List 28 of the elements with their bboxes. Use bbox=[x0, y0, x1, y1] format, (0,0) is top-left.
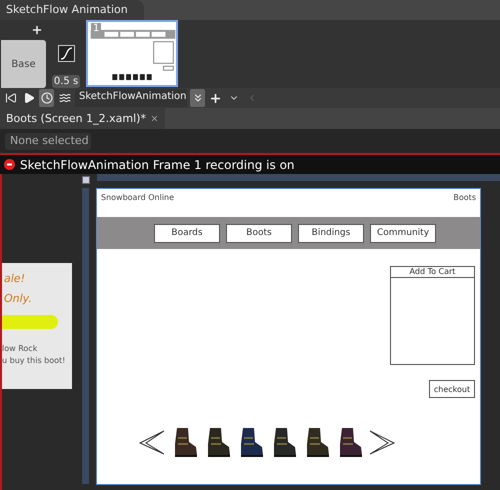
note-heading: Only. bbox=[3, 291, 33, 307]
clock-icon[interactable] bbox=[39, 89, 54, 107]
frame-icon[interactable] bbox=[82, 176, 90, 184]
recording-message: SketchFlowAnimation Frame 1 recording is on bbox=[20, 158, 295, 172]
cart-title: Add To Cart bbox=[391, 267, 474, 278]
note-heading: ale! bbox=[3, 271, 26, 287]
note-text: low Rock bbox=[2, 343, 38, 355]
page-title: Boots bbox=[453, 193, 476, 204]
close-icon[interactable] bbox=[150, 114, 159, 123]
nav-button[interactable]: Boards bbox=[154, 224, 220, 242]
site-title: Snowboard Online bbox=[101, 193, 174, 204]
chevron-left-icon[interactable] bbox=[138, 428, 166, 456]
duration-label[interactable]: 0.5 s bbox=[52, 75, 80, 88]
chevron-right-icon[interactable] bbox=[368, 428, 396, 456]
nav-button[interactable]: Bindings bbox=[298, 224, 364, 242]
highlight-mark bbox=[2, 315, 58, 329]
note-text: u buy this boot! bbox=[2, 355, 66, 367]
panel-tab[interactable]: SketchFlow Animation bbox=[0, 0, 144, 20]
nav-button[interactable]: Boots bbox=[226, 224, 292, 242]
base-state-tile[interactable]: Base bbox=[1, 40, 46, 88]
animation-name-field[interactable]: SketchFlowAnimation bbox=[75, 89, 187, 107]
frame-number: 1 bbox=[91, 23, 102, 34]
easing-curve-icon[interactable] bbox=[58, 45, 74, 62]
nav-button[interactable]: Community bbox=[370, 224, 436, 242]
selection-button[interactable]: None selected bbox=[5, 133, 91, 150]
chevrons-down-icon[interactable] bbox=[190, 89, 205, 107]
record-icon bbox=[4, 159, 15, 170]
checkout-button[interactable]: checkout bbox=[429, 380, 475, 398]
